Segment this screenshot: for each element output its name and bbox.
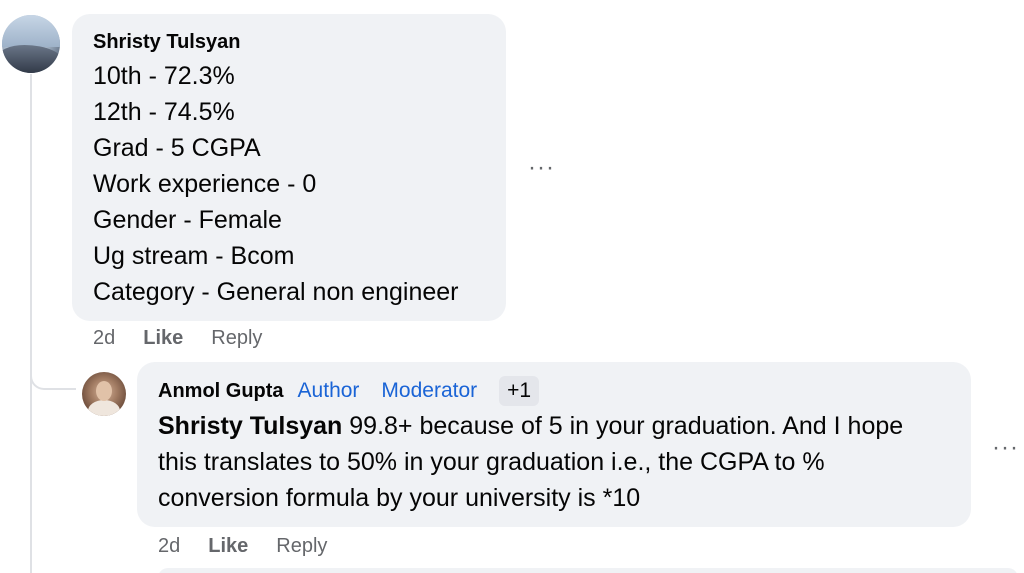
like-button[interactable]: Like: [143, 326, 183, 350]
comment-line: Grad - 5 CGPA: [93, 134, 261, 162]
timestamp[interactable]: 2d: [93, 326, 115, 350]
more-options-icon[interactable]: ···: [528, 156, 555, 180]
avatar-sky: [2, 15, 60, 47]
next-comment-bubble: [158, 568, 1018, 573]
reply-actions: 2d Like Reply: [158, 534, 327, 558]
reply-line: this translates to 50% in your graduatio…: [158, 448, 825, 476]
reply-button[interactable]: Reply: [276, 534, 327, 558]
avatar[interactable]: [82, 372, 126, 416]
avatar-body: [88, 400, 120, 416]
thread-connector: [30, 356, 76, 390]
timestamp[interactable]: 2d: [158, 534, 180, 558]
comment-line: 12th - 74.5%: [93, 98, 235, 126]
thread-line: [30, 74, 32, 573]
reply-line: conversion formula by your university is…: [158, 484, 641, 512]
comment-text: 10th - 72.3% 12th - 74.5% Grad - 5 CGPA …: [93, 58, 486, 310]
comment-line: Work experience - 0: [93, 170, 317, 198]
comment-thread: Shristy Tulsyan 10th - 72.3% 12th - 74.5…: [0, 0, 1024, 573]
reply-bubble: Anmol Gupta Author Moderator +1 Shristy …: [137, 362, 971, 527]
comment-author[interactable]: Shristy Tulsyan: [93, 30, 486, 54]
more-badges[interactable]: +1: [499, 376, 540, 406]
comment-line: 10th - 72.3%: [93, 62, 235, 90]
comment-line: Category - General non engineer: [93, 278, 459, 306]
reply-line-text: 99.8+ because of 5 in your graduation. A…: [342, 412, 904, 440]
more-options-icon[interactable]: ···: [992, 436, 1019, 460]
avatar-ground: [2, 45, 60, 73]
like-button[interactable]: Like: [208, 534, 248, 558]
reply-author[interactable]: Anmol Gupta: [158, 379, 284, 403]
author-badge[interactable]: Author: [298, 376, 360, 406]
comment-actions: 2d Like Reply: [93, 326, 262, 350]
avatar-face: [96, 381, 112, 401]
comment-line: Ug stream - Bcom: [93, 242, 295, 270]
mention-link[interactable]: Shristy Tulsyan: [158, 412, 342, 440]
reply-header: Anmol Gupta Author Moderator +1: [158, 376, 951, 406]
reply-button[interactable]: Reply: [211, 326, 262, 350]
avatar[interactable]: [2, 15, 60, 73]
comment-line: Gender - Female: [93, 206, 282, 234]
moderator-badge[interactable]: Moderator: [381, 376, 477, 406]
comment-bubble: Shristy Tulsyan 10th - 72.3% 12th - 74.5…: [72, 14, 506, 321]
reply-text: Shristy Tulsyan 99.8+ because of 5 in yo…: [158, 408, 951, 516]
reply-line: Shristy Tulsyan 99.8+ because of 5 in yo…: [158, 408, 951, 444]
